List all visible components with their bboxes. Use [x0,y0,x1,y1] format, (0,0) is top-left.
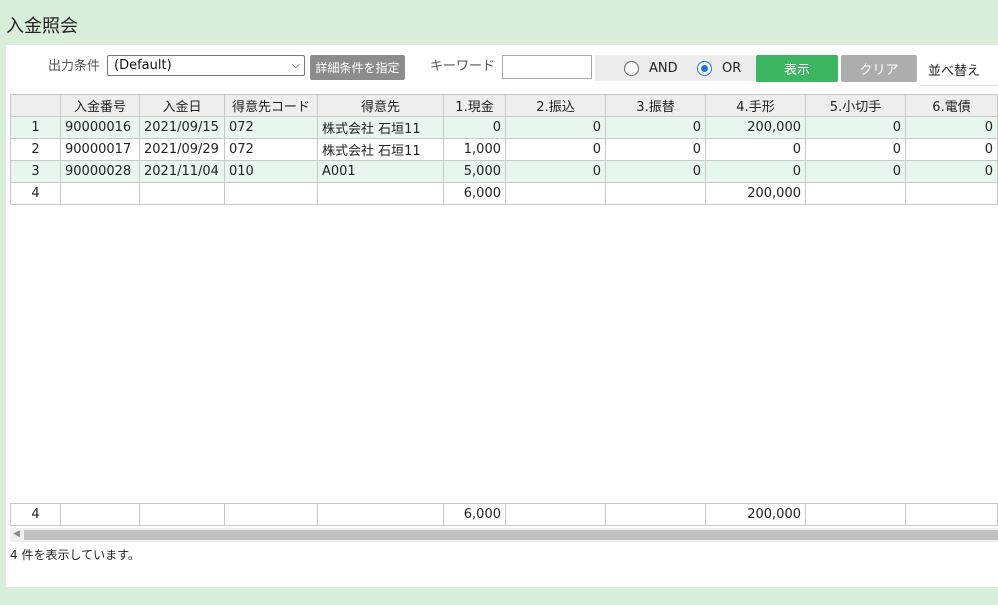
scrollbar-thumb[interactable] [24,530,998,540]
footer-count-cell: 4 [10,503,61,526]
footer-cell [905,503,998,526]
status-text: 4 件を表示しています。 [10,548,140,562]
radio-or-label: OR [722,61,742,76]
col-header-bill[interactable]: 4.手形 [705,94,806,117]
detail-conditions-button[interactable]: 詳細条件を指定 [310,55,405,80]
transfer-cell: 0 [505,138,606,161]
footer-cell [60,503,140,526]
col-header-index[interactable] [10,94,61,117]
radio-and[interactable] [624,61,639,76]
e-debt-cell: 0 [905,116,998,139]
col-header-transfer[interactable]: 2.振込 [505,94,606,117]
customer-code-cell: 072 [224,138,318,161]
col-header-e-debt[interactable]: 6.電債 [905,94,998,117]
payment-no-cell: 90000016 [60,116,140,139]
customer-cell: 株式会社 石垣11 [317,116,444,139]
check-cell: 0 [805,160,906,183]
col-header-customer-code[interactable]: 得意先コード [224,94,318,117]
customer-cell: A001 [317,160,444,183]
payment-no-cell: 90000028 [60,160,140,183]
output-condition-select[interactable]: (Default) ⌵ [107,55,305,76]
check-cell: 0 [805,116,906,139]
bill-cell: 0 [705,138,806,161]
cash-cell: 6,000 [443,182,506,205]
col-header-payment-no[interactable]: 入金番号 [60,94,140,117]
radio-or[interactable] [697,61,712,76]
customer-code-cell: 010 [224,160,318,183]
table-row[interactable]: 2 90000017 2021/09/29 072 株式会社 石垣11 1,00… [10,138,998,161]
table-row[interactable]: 4 6,000 200,000 [10,182,998,205]
keyword-label: キーワード [430,59,496,74]
chevron-down-icon: ⌵ [291,58,300,71]
check-cell: 0 [805,138,906,161]
col-header-customer[interactable]: 得意先 [317,94,444,117]
furikae-cell [605,182,706,205]
clear-button[interactable]: クリア [841,55,917,82]
payment-no-cell [60,182,140,205]
transfer-cell: 0 [505,160,606,183]
page-title: 入金照会 [6,16,78,37]
row-index: 3 [10,160,61,183]
check-cell [805,182,906,205]
horizontal-scrollbar[interactable]: ◀ [10,528,998,542]
transfer-cell: 0 [505,116,606,139]
col-header-check[interactable]: 5.小切手 [805,94,906,117]
radio-and-label: AND [649,61,678,76]
table-row[interactable]: 1 90000016 2021/09/15 072 株式会社 石垣11 0 0 … [10,116,998,139]
grid-header-row: 入金番号 入金日 得意先コード 得意先 1.現金 2.振込 3.振替 4.手形 … [10,94,998,117]
payment-grid: 入金番号 入金日 得意先コード 得意先 1.現金 2.振込 3.振替 4.手形 … [10,94,998,205]
payment-date-cell: 2021/09/29 [139,138,225,161]
footer-cell [805,503,906,526]
cash-cell: 0 [443,116,506,139]
footer-cell [505,503,606,526]
col-header-cash[interactable]: 1.現金 [443,94,506,117]
customer-cell: 株式会社 石垣11 [317,138,444,161]
payment-no-cell: 90000017 [60,138,140,161]
col-header-furikae[interactable]: 3.振替 [605,94,706,117]
col-header-payment-date[interactable]: 入金日 [139,94,225,117]
bill-cell: 200,000 [705,182,806,205]
footer-cell [224,503,318,526]
row-index: 4 [10,182,61,205]
search-mode-group: AND OR [595,55,755,81]
footer-bill-total: 200,000 [705,503,806,526]
e-debt-cell [905,182,998,205]
e-debt-cell: 0 [905,160,998,183]
scroll-left-icon[interactable]: ◀ [13,529,20,539]
footer-cell [139,503,225,526]
bill-cell: 0 [705,160,806,183]
output-condition-value: (Default) [114,58,172,73]
payment-date-cell [139,182,225,205]
table-row[interactable]: 3 90000028 2021/11/04 010 A001 5,000 0 0… [10,160,998,183]
transfer-cell [505,182,606,205]
row-index: 1 [10,116,61,139]
grid-footer: 4 6,000 200,000 [10,503,998,526]
customer-code-cell: 072 [224,116,318,139]
furikae-cell: 0 [605,138,706,161]
output-condition-label: 出力条件 [48,59,101,74]
show-button[interactable]: 表示 [756,55,838,82]
footer-cell [605,503,706,526]
furikae-cell: 0 [605,116,706,139]
cash-cell: 1,000 [443,138,506,161]
payment-date-cell: 2021/09/15 [139,116,225,139]
sort-button[interactable]: 並べ替え [921,55,998,86]
e-debt-cell: 0 [905,138,998,161]
payment-date-cell: 2021/11/04 [139,160,225,183]
customer-code-cell [224,182,318,205]
main-panel: 出力条件 (Default) ⌵ 詳細条件を指定 キーワード AND OR 表示… [6,45,998,587]
customer-cell [317,182,444,205]
sort-label: 並べ替え [928,64,981,79]
footer-cell [317,503,444,526]
bill-cell: 200,000 [705,116,806,139]
footer-total-row: 4 6,000 200,000 [10,503,998,526]
footer-cash-total: 6,000 [443,503,506,526]
row-index: 2 [10,138,61,161]
furikae-cell: 0 [605,160,706,183]
keyword-input[interactable] [502,55,592,79]
cash-cell: 5,000 [443,160,506,183]
